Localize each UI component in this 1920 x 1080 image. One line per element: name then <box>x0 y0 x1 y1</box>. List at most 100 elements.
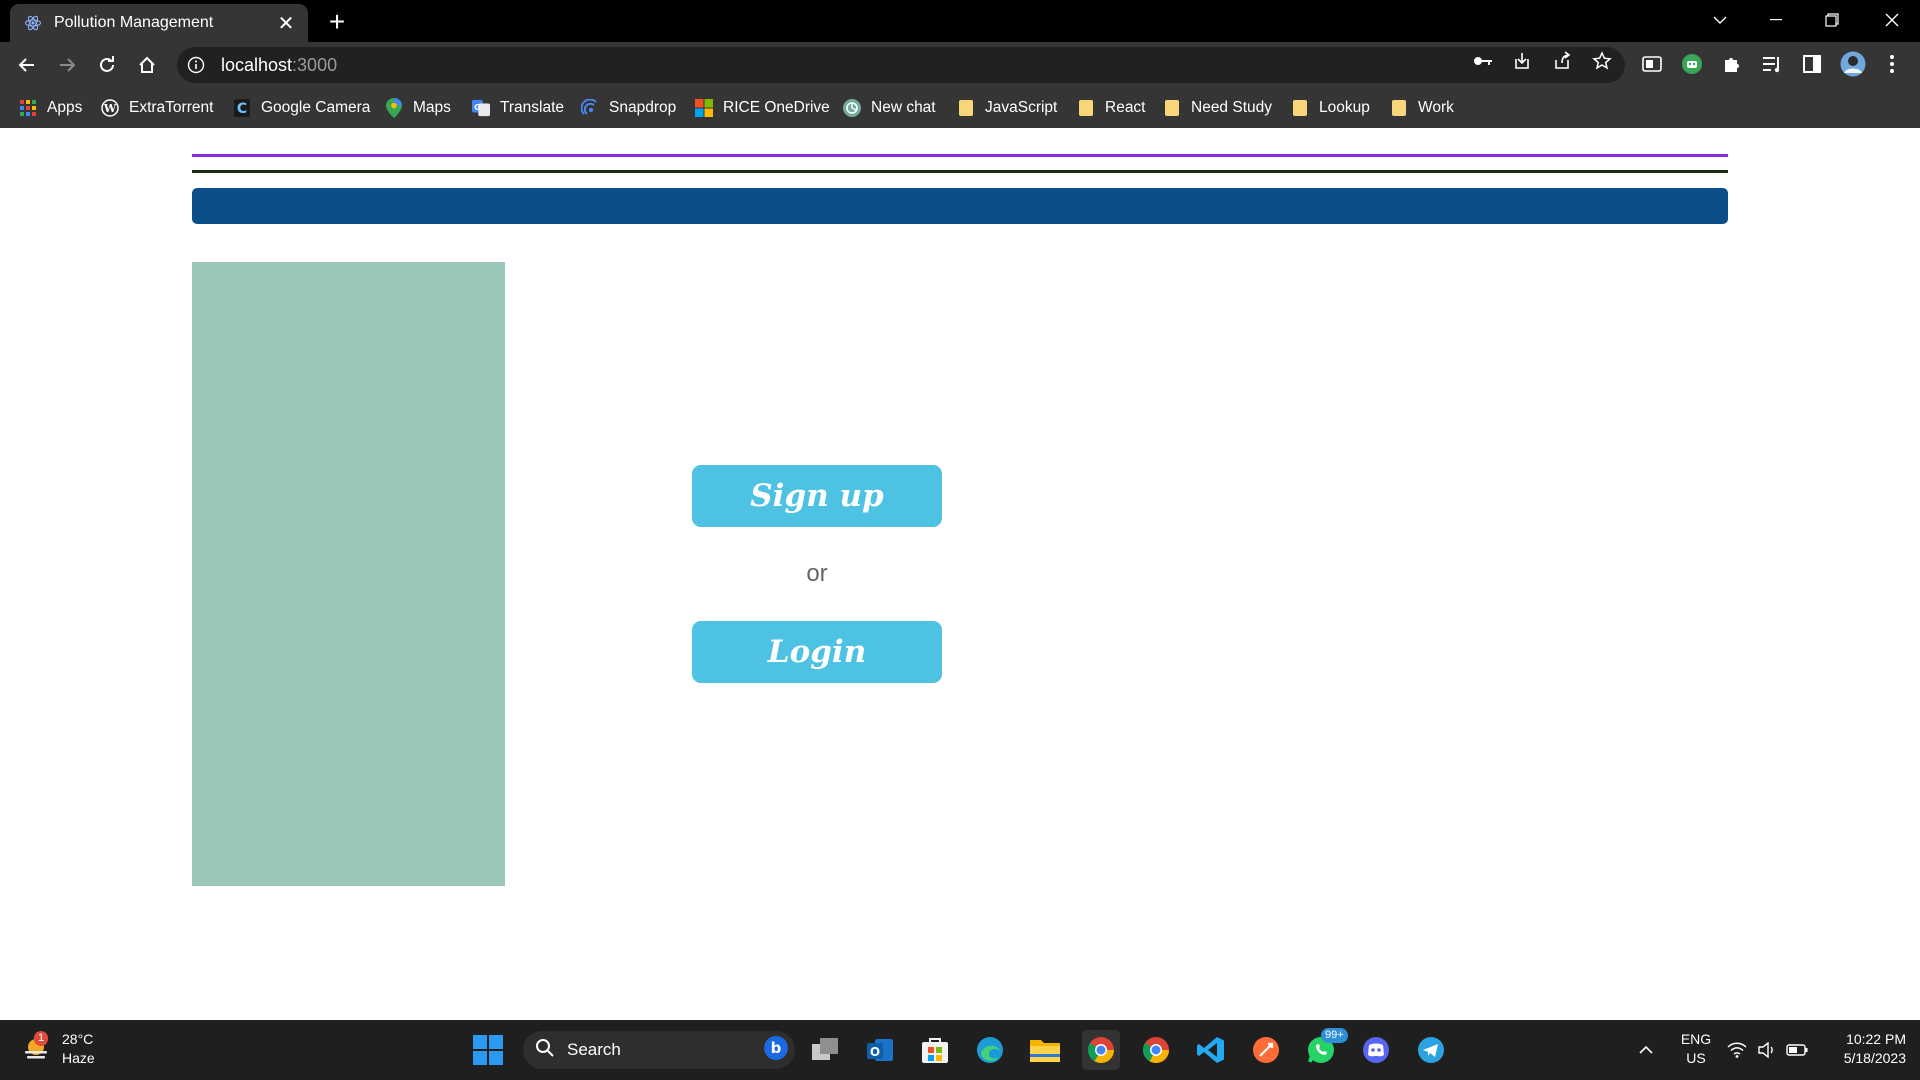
clock-date: 5/18/2023 <box>1843 1050 1906 1066</box>
weather-widget[interactable]: 1 28°C Haze <box>22 1030 95 1068</box>
dark-divider-line <box>192 170 1728 173</box>
folder-icon <box>1077 99 1095 117</box>
task-view-icon[interactable] <box>808 1032 844 1068</box>
svg-text:O: O <box>870 1045 880 1059</box>
search-label: Search <box>567 1040 621 1059</box>
bookmark-google-camera[interactable]: C Google Camera <box>233 96 370 120</box>
volume-icon[interactable] <box>1752 1032 1782 1068</box>
whatsapp-icon[interactable]: 99+ <box>1303 1028 1348 1068</box>
bookmark-folder-javascript[interactable]: JavaScript <box>957 96 1057 120</box>
address-bar[interactable]: localhost:3000 <box>177 47 1625 83</box>
forward-button[interactable] <box>52 50 82 80</box>
install-app-icon[interactable] <box>1511 50 1533 72</box>
bookmark-folder-lookup[interactable]: Lookup <box>1291 96 1370 120</box>
translate-icon: G <box>472 99 490 117</box>
bookmark-label: Google Camera <box>261 99 371 116</box>
bookmark-label: Work <box>1418 99 1454 116</box>
outlook-icon[interactable]: O <box>862 1032 898 1068</box>
bookmark-snapdrop[interactable]: Snapdrop <box>581 96 676 120</box>
postman-icon[interactable] <box>1248 1032 1284 1068</box>
sign-up-button[interactable]: Sign up <box>692 465 942 527</box>
bookmark-apps[interactable]: Apps <box>19 96 82 120</box>
tab-title: Pollution Management <box>54 14 214 31</box>
bookmark-folder-react[interactable]: React <box>1077 96 1146 120</box>
input-language-indicator[interactable]: ENG US <box>1676 1030 1716 1068</box>
battery-icon[interactable] <box>1782 1032 1812 1068</box>
browser-titlebar: Pollution Management ✕ + <box>0 0 1920 42</box>
weather-haze-icon: 1 <box>22 1031 50 1063</box>
folder-icon <box>957 99 975 117</box>
start-windows-icon[interactable] <box>470 1032 506 1068</box>
restore-button[interactable] <box>1804 0 1860 40</box>
clock[interactable]: 10:22 PM 5/18/2023 <box>1826 1030 1906 1068</box>
language-code: ENG <box>1680 1031 1712 1047</box>
menu-kebab-icon[interactable] <box>1880 52 1904 76</box>
show-hidden-icons-chevron[interactable] <box>1628 1032 1664 1068</box>
url-port: :3000 <box>292 54 338 75</box>
url-text: localhost:3000 <box>221 55 337 76</box>
chrome-icon[interactable] <box>1138 1032 1174 1068</box>
password-key-icon[interactable] <box>1472 50 1494 72</box>
svg-text:W: W <box>103 102 117 115</box>
bookmark-label: ExtraTorrent <box>129 99 214 116</box>
url-host: localhost <box>221 54 293 75</box>
weather-alert-badge: 1 <box>34 1031 49 1046</box>
bookmark-new-chat[interactable]: New chat <box>843 96 936 120</box>
wifi-icon[interactable] <box>1722 1032 1752 1068</box>
new-tab-button[interactable]: + <box>322 6 352 37</box>
tab-pollution-management[interactable]: Pollution Management ✕ <box>10 4 308 42</box>
bookmark-rice-onedrive[interactable]: RICE OneDrive <box>695 96 830 120</box>
svg-text:G: G <box>474 102 481 112</box>
bookmark-star-icon[interactable] <box>1591 50 1613 72</box>
side-panel-icon[interactable] <box>1800 52 1824 76</box>
bookmark-folder-work[interactable]: Work <box>1390 96 1454 120</box>
bookmark-extratorrent[interactable]: W ExtraTorrent <box>101 96 213 120</box>
microsoft-logo-icon <box>695 99 713 117</box>
chrome-dev-icon[interactable] <box>1082 1030 1120 1070</box>
bookmark-label: Need Study <box>1191 99 1272 116</box>
bookmark-translate[interactable]: G Translate <box>472 96 564 120</box>
file-explorer-icon[interactable] <box>1027 1032 1063 1068</box>
minimize-button[interactable] <box>1748 0 1804 40</box>
bookmark-label: JavaScript <box>985 99 1058 116</box>
folder-icon <box>1291 99 1309 117</box>
reading-list-icon[interactable] <box>1760 52 1784 76</box>
bookmark-label: Translate <box>500 99 565 116</box>
weather-temperature: 28°C <box>62 1031 94 1047</box>
home-button[interactable] <box>132 50 162 80</box>
side-image-panel <box>192 262 505 886</box>
bing-icon[interactable]: b <box>763 1035 789 1066</box>
telegram-icon[interactable] <box>1413 1032 1449 1068</box>
profile-avatar[interactable] <box>1839 50 1867 78</box>
svg-text:b: b <box>771 1039 782 1057</box>
whatsapp-unread-badge: 99+ <box>1321 1028 1348 1043</box>
bookmark-maps[interactable]: Maps <box>385 96 451 120</box>
bookmark-label: RICE OneDrive <box>723 99 830 116</box>
snapdrop-icon <box>581 99 599 117</box>
react-icon <box>24 14 42 32</box>
maps-pin-icon <box>385 98 403 118</box>
vscode-icon[interactable] <box>1193 1032 1229 1068</box>
tab-search-icon[interactable] <box>1692 0 1748 40</box>
folder-icon <box>1163 99 1181 117</box>
taskbar-search-box[interactable]: Search b <box>523 1031 795 1069</box>
login-button[interactable]: Login <box>692 621 942 683</box>
extension-robot-icon[interactable] <box>1680 52 1704 76</box>
keyboard-layout: US <box>1686 1050 1706 1066</box>
microsoft-store-icon[interactable] <box>917 1032 953 1068</box>
edge-icon[interactable] <box>972 1032 1008 1068</box>
site-info-icon[interactable] <box>187 56 205 74</box>
media-icon[interactable] <box>1640 52 1664 76</box>
extensions-puzzle-icon[interactable] <box>1720 52 1744 76</box>
bookmark-label: Lookup <box>1319 99 1370 116</box>
clock-time: 10:22 PM <box>1846 1031 1906 1047</box>
purple-divider-line <box>192 154 1728 157</box>
discord-icon[interactable] <box>1358 1032 1394 1068</box>
apps-grid-icon <box>19 99 37 117</box>
close-window-button[interactable] <box>1864 0 1920 40</box>
back-button[interactable] <box>12 50 42 80</box>
close-tab-icon[interactable]: ✕ <box>274 11 298 35</box>
share-icon[interactable] <box>1551 50 1573 72</box>
reload-button[interactable] <box>92 50 122 80</box>
bookmark-folder-need-study[interactable]: Need Study <box>1163 96 1272 120</box>
